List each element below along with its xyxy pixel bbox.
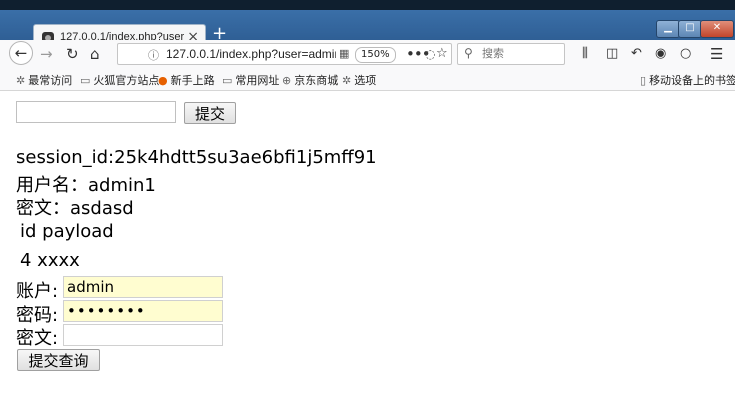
folder-icon: ▭ (80, 74, 91, 87)
globe-icon: ⊕ (282, 74, 292, 87)
site-info-icon[interactable]: ⓘ (148, 47, 159, 63)
firefox-icon: ● (158, 74, 168, 87)
navigation-toolbar: ← → ↻ ⌂ ⓘ 127.0.0.1/index.php?user=admin… (0, 40, 735, 69)
reload-icon[interactable]: ↻ (66, 42, 79, 66)
undo-icon[interactable]: ↶ (631, 42, 642, 66)
bookmark-options[interactable]: ✲ 选项 (342, 72, 376, 88)
minimize-button[interactable]: ▁ (656, 20, 680, 38)
page-content: 提交 session_id:25k4hdtt5su3ae6bfi1j5mff91… (0, 91, 735, 402)
library-icon[interactable]: ⫼ (582, 42, 588, 66)
folder-icon: ▭ (222, 74, 233, 87)
account-input[interactable] (63, 276, 223, 298)
forward-icon[interactable]: → (40, 42, 53, 66)
submit-button[interactable]: 提交 (184, 102, 236, 124)
bookmark-common-sites[interactable]: ▭ 常用网址 (222, 72, 279, 88)
bookmark-firefox-site[interactable]: ▭ 火狐官方站点 (80, 72, 159, 88)
cipher-label: 密文: (16, 328, 59, 349)
os-title-strip (0, 0, 735, 10)
maximize-button[interactable]: □ (678, 20, 702, 38)
result-header: id payload (20, 221, 114, 242)
bookmark-jd[interactable]: ⊕ 京东商城 (282, 72, 338, 88)
home-icon[interactable]: ⌂ (90, 42, 100, 66)
secret-text: 密文：asdasd (16, 198, 134, 219)
window-close-button[interactable]: ✕ (700, 20, 734, 38)
addon-icon[interactable]: ◉ (655, 42, 666, 66)
mobile-icon: ▯ (640, 74, 647, 87)
password-input[interactable] (63, 300, 223, 322)
session-id-text: session_id:25k4hdtt5su3ae6bfi1j5mff91 (16, 147, 377, 168)
bookmark-getting-started[interactable]: ● 新手上路 (158, 72, 215, 88)
bookmark-mobile[interactable]: ▯ 移动设备上的书签 (640, 72, 735, 88)
url-bar[interactable]: ⓘ 127.0.0.1/index.php?user=admin ▦ 150% (117, 43, 452, 65)
search-bar[interactable]: ⚲ (457, 43, 565, 65)
qr-code-icon[interactable]: ▦ (339, 47, 349, 60)
account-label: 账户: (16, 281, 59, 302)
result-row: 4 xxxx (20, 250, 80, 271)
search-icon: ⚲ (464, 46, 473, 60)
title-bar: 127.0.0.1/index.php?user=ad × + ▁ □ ✕ (0, 10, 735, 50)
bookmarks-bar: ✲ 最常访问 ▭ 火狐官方站点 ● 新手上路 ▭ 常用网址 ⊕ 京东商城 ✲ 选项 ▯ 移动设… (0, 68, 735, 91)
back-icon[interactable]: ← (9, 41, 33, 65)
sidebar-icon[interactable]: ◫ (606, 42, 618, 66)
hamburger-menu-icon[interactable]: ☰ (710, 42, 723, 66)
search-input[interactable] (480, 46, 564, 61)
sync-icon[interactable]: ○ (680, 42, 691, 66)
submit-query-button[interactable]: 提交查询 (17, 349, 100, 371)
top-text-input[interactable] (16, 101, 176, 123)
url-text[interactable]: 127.0.0.1/index.php?user=admin (166, 47, 336, 61)
cipher-input[interactable] (63, 324, 223, 346)
gear-icon: ✲ (342, 74, 352, 87)
zoom-indicator[interactable]: 150% (355, 47, 396, 63)
bookmark-star-icon[interactable]: ☆ (436, 42, 448, 66)
gear-icon: ✲ (16, 74, 26, 87)
pocket-icon[interactable]: ◌ (425, 42, 435, 66)
bookmark-most-visited[interactable]: ✲ 最常访问 (16, 72, 72, 88)
